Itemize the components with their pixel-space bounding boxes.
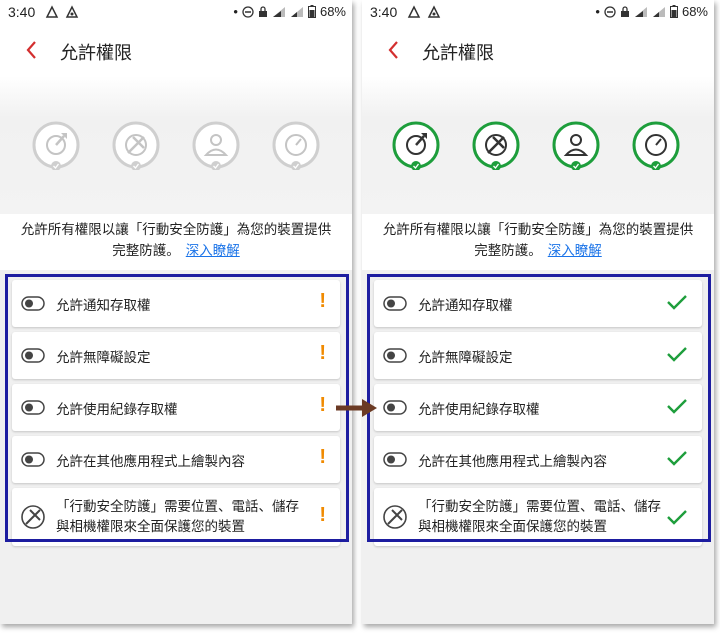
page-title: 允許權限: [422, 43, 494, 64]
app-notification-icon: [65, 5, 79, 18]
signal-icon: [652, 6, 665, 17]
page-title: 允許權限: [60, 43, 132, 64]
dnd-icon: [242, 5, 254, 18]
chevron-left-icon[interactable]: [384, 38, 404, 62]
accessibility-permission-icon: [472, 121, 520, 170]
signal-icon: [272, 6, 285, 17]
intro-text: 允許所有權限以讓「行動安全防護」為您的裝置提供 完整防護。 深入瞭解: [362, 220, 714, 262]
intro-line-2: 完整防護。: [474, 243, 542, 259]
screen-before: 3:40 • 68% 允許權限 允許所有權限以讓「行動安全防護」為您的裝置提供 …: [0, 0, 352, 624]
app-bar: 允許權限: [362, 26, 714, 76]
dnd-icon: [604, 5, 616, 18]
arrow-right-icon: [336, 399, 377, 417]
battery-percent: 68%: [681, 4, 708, 19]
permission-status-banner: [0, 76, 352, 214]
status-system-icons: • 68%: [233, 4, 346, 19]
signal-icon: [290, 6, 303, 17]
battery-icon: [307, 5, 316, 18]
lock-icon: [258, 5, 267, 17]
screenshot-canvas: 3:40 • 68% 允許權限 允許所有權限以讓「行動安全防護」為您的裝置提供 …: [0, 0, 720, 633]
battery-icon: [669, 5, 678, 18]
app-notification-icon: [407, 5, 421, 18]
status-notification-icons: [45, 5, 79, 19]
lock-icon: [620, 5, 629, 17]
status-system-icons: • 68%: [595, 4, 708, 19]
chevron-left-icon[interactable]: [22, 38, 42, 62]
permission-status-banner: [362, 76, 714, 214]
highlight-box: [367, 274, 711, 542]
status-time: 3:40: [370, 4, 398, 20]
signal-icon: [634, 6, 647, 17]
learn-more-link[interactable]: 深入瞭解: [186, 243, 240, 259]
dot-icon: •: [595, 4, 600, 19]
accessibility-permission-icon: [112, 121, 160, 170]
intro-line-2: 完整防護。: [112, 243, 180, 259]
app-bar: 允許權限: [0, 26, 352, 76]
app-notification-icon: [427, 5, 441, 18]
usage-access-permission-icon: [552, 121, 600, 170]
status-bar: 3:40 • 68%: [0, 0, 352, 26]
highlight-box: [5, 274, 349, 542]
notification-permission-icon: [32, 121, 80, 170]
dot-icon: •: [233, 4, 238, 19]
status-notification-icons: [407, 5, 441, 19]
status-bar: 3:40 • 68%: [362, 0, 714, 26]
overlay-permission-icon: [632, 121, 680, 170]
notification-permission-icon: [392, 121, 440, 170]
screen-after: 3:40 • 68% 允許權限 允許所有權限以讓「行動安全防護」為您的裝置提供 …: [362, 0, 714, 624]
battery-percent: 68%: [319, 4, 346, 19]
intro-line-1: 允許所有權限以讓「行動安全防護」為您的裝置提供: [20, 222, 332, 238]
intro-line-1: 允許所有權限以讓「行動安全防護」為您的裝置提供: [382, 222, 694, 238]
status-time: 3:40: [8, 4, 36, 20]
app-notification-icon: [45, 5, 59, 18]
overlay-permission-icon: [272, 121, 320, 170]
usage-access-permission-icon: [192, 121, 240, 170]
learn-more-link[interactable]: 深入瞭解: [548, 243, 602, 259]
intro-text: 允許所有權限以讓「行動安全防護」為您的裝置提供 完整防護。 深入瞭解: [0, 220, 352, 262]
